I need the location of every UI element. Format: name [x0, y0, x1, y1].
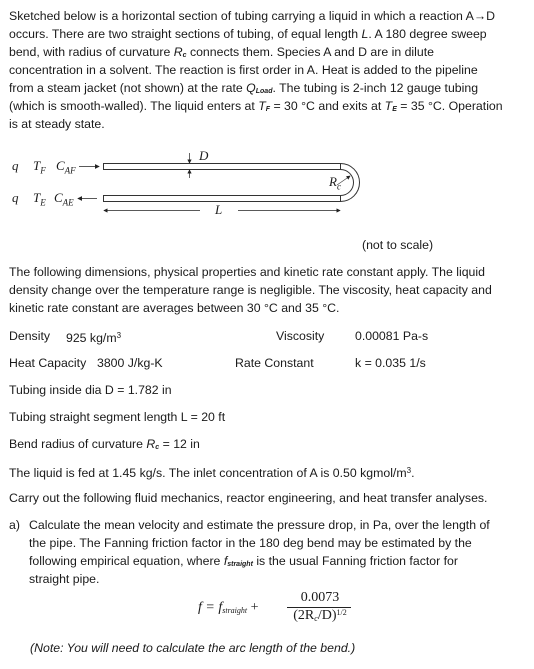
equation-numerator: 0.0073 [300, 590, 340, 605]
rate-constant-value: k = 0.035 1/s [355, 356, 426, 370]
outlet-flow-label: q [12, 190, 19, 205]
inlet-conc-label: CAF [56, 158, 76, 176]
radius-label: Rc [329, 174, 341, 192]
properties-intro-line-1: The following dimensions, physical prope… [9, 265, 485, 279]
equation-lhs: f = fstraight + [198, 600, 259, 615]
part-a-marker: a) [9, 518, 20, 532]
density-value: 925 kg/m3 [66, 331, 122, 345]
part-a-line-4: straight pipe. [29, 572, 100, 586]
bend-outer-arc [340, 163, 360, 202]
outlet-conc-label: CAE [54, 190, 74, 208]
outlet-temp-label: TE [33, 190, 46, 208]
inlet-temp-label: TF [33, 158, 46, 176]
feed-statement: The liquid is fed at 1.45 kg/s. The inle… [9, 466, 415, 480]
bend-radius: Bend radius of curvature Rc = 12 in [9, 437, 200, 451]
rate-constant-label: Rate Constant [235, 356, 314, 370]
top-tube [103, 163, 341, 170]
properties-intro-line-3: kinetic rate constant are averages betwe… [9, 301, 340, 315]
length-label: L [215, 202, 223, 217]
inlet-flow-label: q [12, 158, 19, 173]
part-a-line-3: following empirical equation, where fstr… [29, 554, 458, 568]
viscosity-label: Viscosity [276, 329, 325, 343]
part-a-line-1: Calculate the mean velocity and estimate… [29, 518, 490, 532]
viscosity-value: 0.00081 Pa-s [355, 329, 429, 343]
not-to-scale-caption: (not to scale) [362, 238, 434, 252]
diameter-label: D [199, 148, 209, 163]
properties-intro-line-2: density change over the temperature rang… [9, 283, 492, 297]
part-a-line-2: the pipe. The Fanning friction factor in… [29, 536, 472, 550]
density-label: Density [9, 329, 51, 343]
bottom-tube [103, 195, 341, 202]
arc-length-note: (Note: You will need to calculate the ar… [30, 641, 356, 655]
heat-capacity-label: Heat Capacity [9, 356, 87, 370]
tubing-diameter: Tubing inside dia D = 1.782 in [9, 383, 172, 397]
bend-inner-arc [340, 169, 354, 196]
heat-capacity-value: 3800 J/kg-K [97, 356, 163, 370]
instructions: Carry out the following fluid mechanics,… [9, 491, 488, 505]
tubing-length: Tubing straight segment length L = 20 ft [9, 410, 226, 424]
equation-denominator: (2Rc/D)1/2 [293, 608, 347, 623]
